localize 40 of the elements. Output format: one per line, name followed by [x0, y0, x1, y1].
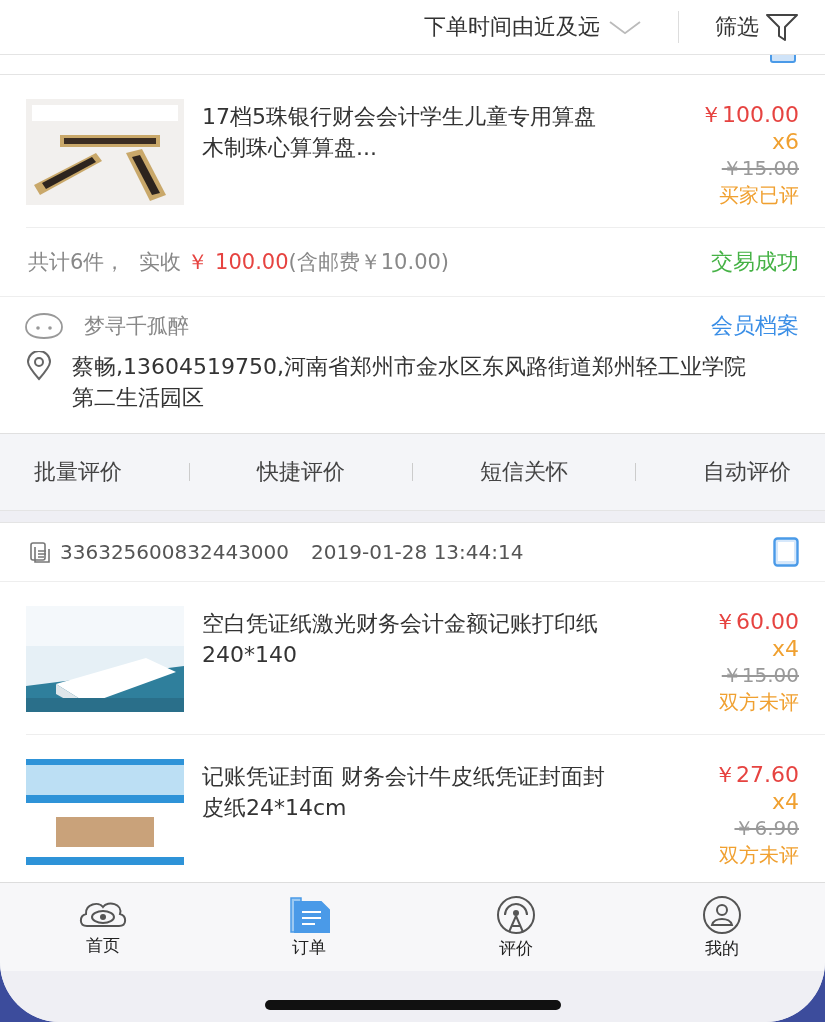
order-time: 2019-01-28 13:44:14: [311, 540, 525, 564]
user-icon: [701, 894, 742, 935]
action-button[interactable]: 快捷评价: [256, 457, 345, 487]
original-price: ￥15.00: [721, 662, 799, 689]
document-icon: [28, 540, 52, 564]
order-number: 336325600832443000: [60, 540, 290, 564]
review-status: 双方未评: [719, 689, 799, 716]
action-button[interactable]: 批量评价: [33, 457, 122, 487]
tab[interactable]: 订单: [206, 883, 413, 971]
price: ￥100.00: [700, 101, 799, 128]
product-title[interactable]: 17档5珠银行财会会计学生儿童专用算盘木制珠心算算盘...: [202, 99, 612, 209]
tablet-icon[interactable]: [773, 537, 799, 567]
filter-button[interactable]: 筛选: [715, 12, 799, 42]
price: ￥60.00: [714, 608, 799, 635]
order-status: 交易成功: [711, 248, 799, 276]
shipping-address: 蔡畅,13604519750,河南省郑州市金水区东风路街道郑州轻工业学院第二生活园区: [72, 353, 747, 412]
buyer-nickname: 梦寻千孤醉: [84, 313, 190, 340]
location-icon: [24, 351, 54, 381]
quantity: x4: [771, 788, 799, 815]
document-icon: [287, 895, 332, 934]
review-status: 买家已评: [719, 182, 799, 209]
original-price: ￥15.00: [721, 155, 799, 182]
product-title[interactable]: 空白凭证纸激光财务会计金额记账打印纸240*140: [202, 606, 612, 716]
filter-icon: [765, 12, 799, 42]
review-status: 双方未评: [719, 842, 799, 869]
quantity: x4: [771, 635, 799, 662]
tab[interactable]: 我的: [618, 883, 825, 971]
quantity: x6: [771, 128, 799, 155]
action-button[interactable]: 短信关怀: [480, 457, 569, 487]
chevron-down-icon: [608, 19, 642, 35]
price: ￥27.60: [714, 761, 799, 788]
original-price: ￥6.90: [734, 815, 799, 842]
sort-dropdown[interactable]: 下单时间由近及远: [424, 12, 642, 42]
action-button[interactable]: 自动评价: [703, 457, 792, 487]
order-total: 共计6件， 实收 ￥ 100.00(含邮费￥10.00): [28, 249, 450, 276]
tab[interactable]: 首页: [0, 883, 207, 971]
tablet-icon[interactable]: [770, 55, 796, 63]
product-title[interactable]: 记账凭证封面 财务会计牛皮纸凭证封面封皮纸24*14cm: [202, 759, 612, 869]
chat-icon: [24, 312, 64, 340]
tab[interactable]: 评价: [412, 883, 619, 971]
